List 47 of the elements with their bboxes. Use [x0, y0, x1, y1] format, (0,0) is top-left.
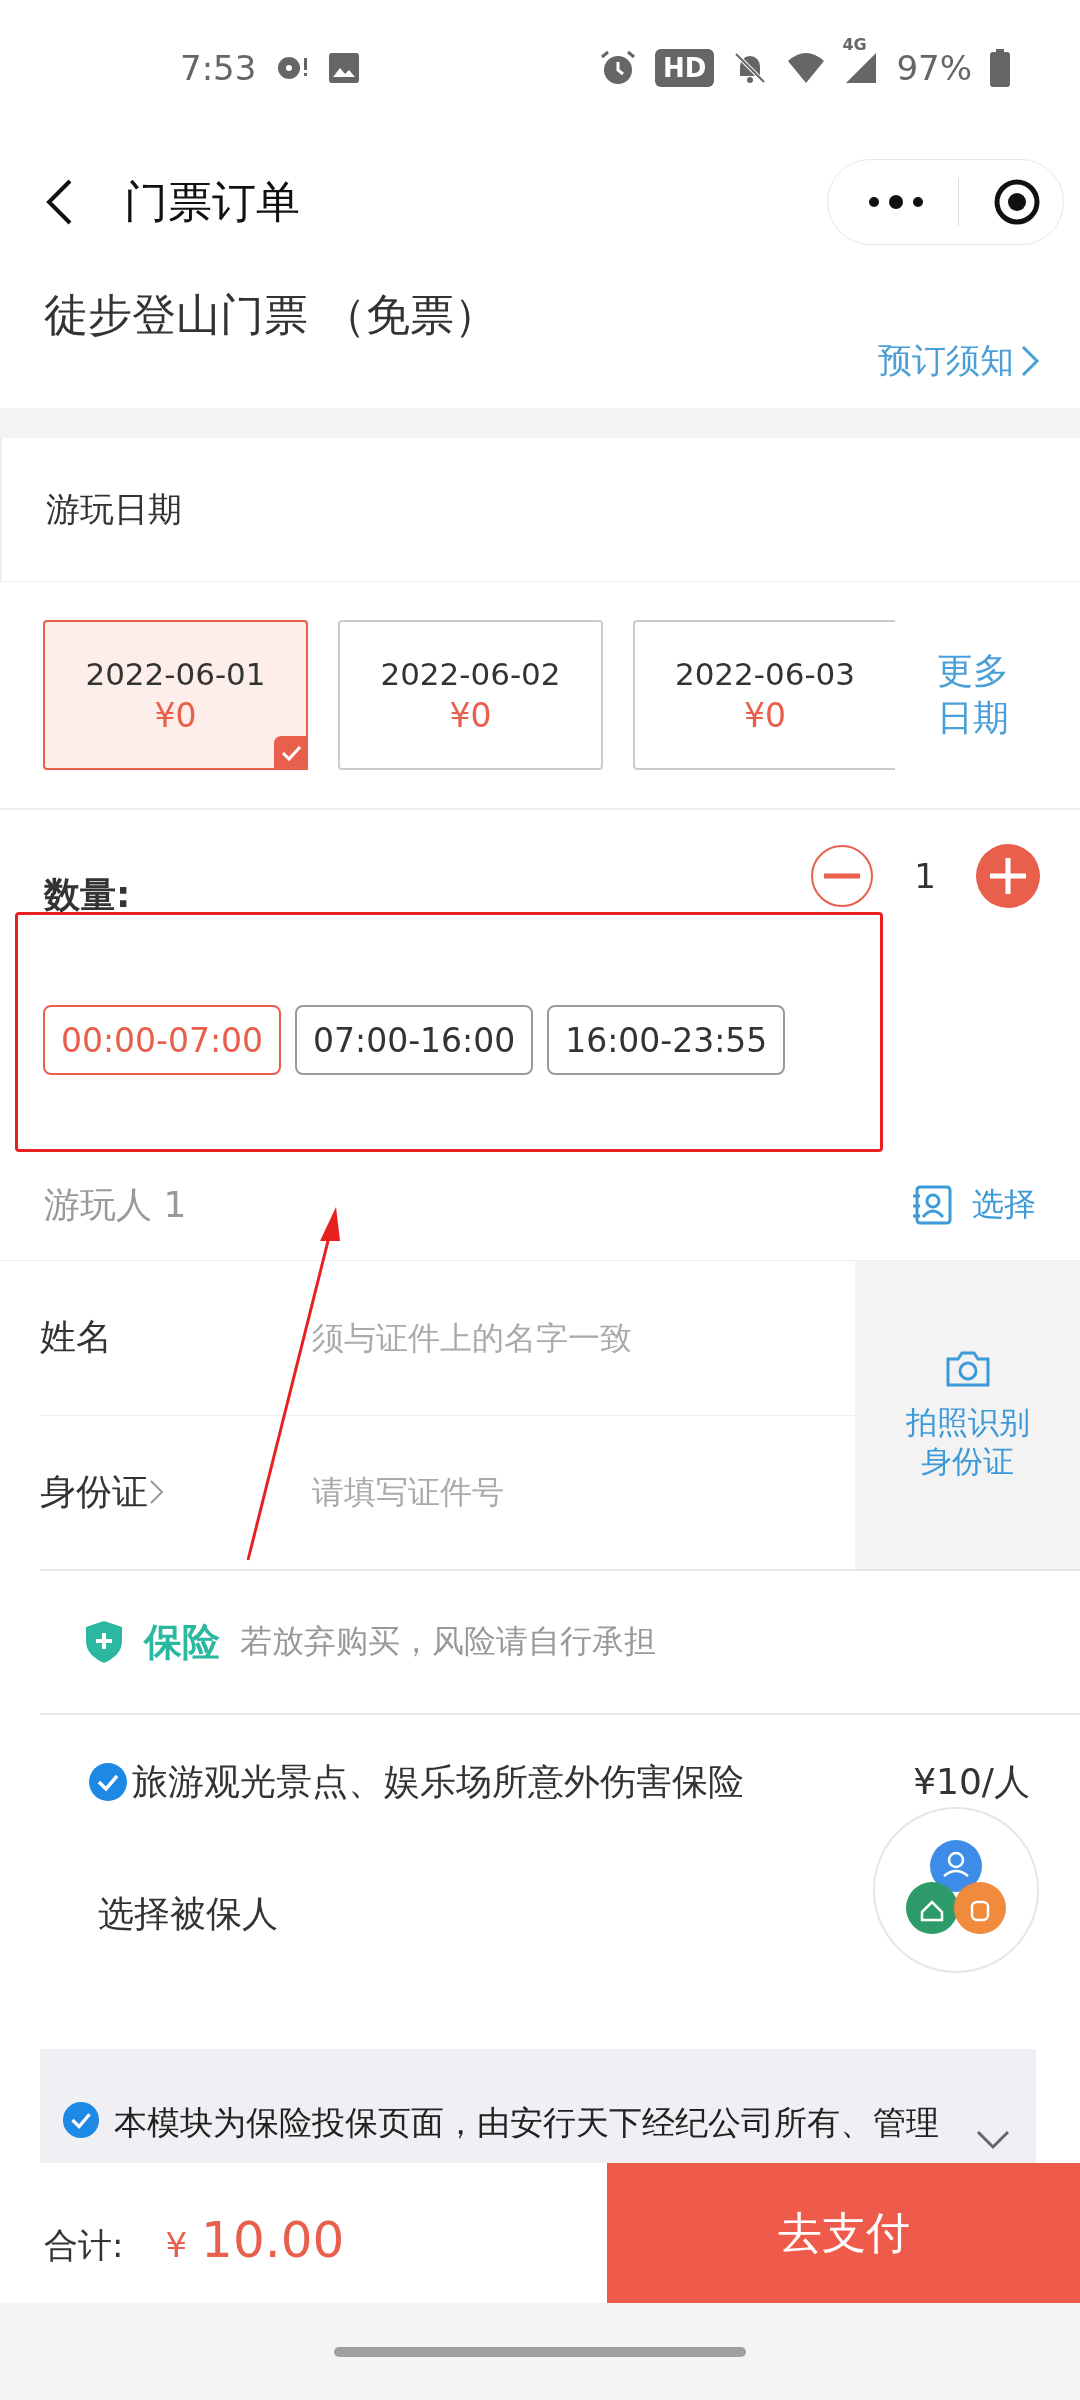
- date-option[interactable]: 2022-06-01 ¥0: [43, 620, 308, 770]
- shield-icon: [84, 1619, 124, 1665]
- close-icon[interactable]: [993, 178, 1041, 226]
- contact-card-icon: [912, 1184, 954, 1226]
- plus-button[interactable]: [976, 844, 1040, 908]
- signal-icon: [844, 51, 879, 85]
- visitor-title: 游玩人 1: [44, 1182, 187, 1227]
- total-amount: 10.00: [201, 2211, 345, 2269]
- battery-percent: 97%: [896, 48, 972, 88]
- date-option[interactable]: 2022-06-02 ¥0: [338, 620, 603, 770]
- currency-symbol: ¥: [165, 2225, 188, 2265]
- status-time: 7:53: [180, 48, 257, 88]
- insurance-price: ¥10/人: [913, 1759, 1030, 1804]
- total-label: 合计:: [44, 2224, 124, 2267]
- select-insured-link[interactable]: 选择被保人: [98, 1889, 278, 1939]
- minus-button[interactable]: [810, 844, 875, 908]
- hd-badge: HD: [655, 49, 715, 87]
- insurance-note: 若放弃购买，风险请自行承担: [240, 1621, 656, 1662]
- time-slot-chip[interactable]: 16:00-23:55: [547, 1005, 786, 1075]
- time-slot-chip[interactable]: 07:00-16:00: [295, 1005, 534, 1075]
- checkbox[interactable]: [88, 1762, 128, 1802]
- quantity-label: 数量:: [44, 873, 131, 917]
- chevron-down-icon[interactable]: [975, 2129, 1011, 2151]
- alarm-icon: [599, 49, 638, 87]
- agreement-text: 本模块为保险投保页面，由安行天下经纪公司所有、管理: [114, 2102, 940, 2144]
- date-option[interactable]: 2022-06-03 ¥0: [633, 620, 895, 770]
- network-label: 4G: [842, 35, 867, 54]
- check-icon: [274, 736, 308, 770]
- battery-icon: [990, 49, 1010, 87]
- chevron-right-icon: [1020, 344, 1040, 378]
- insurance-plan-name: 旅游观光景点、娱乐场所意外伤害保险: [132, 1759, 745, 1804]
- page-title: 门票订单: [124, 174, 301, 229]
- more-icon[interactable]: [868, 194, 924, 210]
- input-field[interactable]: 请填写证件号: [310, 1461, 794, 1524]
- wifi-icon: [786, 51, 827, 85]
- ticket-title: 徒步登山门票 （免票）: [44, 288, 498, 342]
- section-label: 游玩日期: [46, 487, 182, 531]
- field-label: 姓名: [40, 1315, 112, 1360]
- back-icon[interactable]: [44, 178, 74, 226]
- image-icon: [328, 52, 361, 84]
- home-indicator[interactable]: [334, 2346, 746, 2357]
- insurance-title: 保险: [144, 1618, 220, 1666]
- service-float-button[interactable]: [872, 1806, 1040, 1974]
- input-field[interactable]: 须与证件上的名字一致: [310, 1306, 794, 1369]
- checkbox[interactable]: [62, 2101, 100, 2139]
- field-label: 身份证: [40, 1469, 148, 1514]
- quantity-value: 1: [914, 856, 936, 896]
